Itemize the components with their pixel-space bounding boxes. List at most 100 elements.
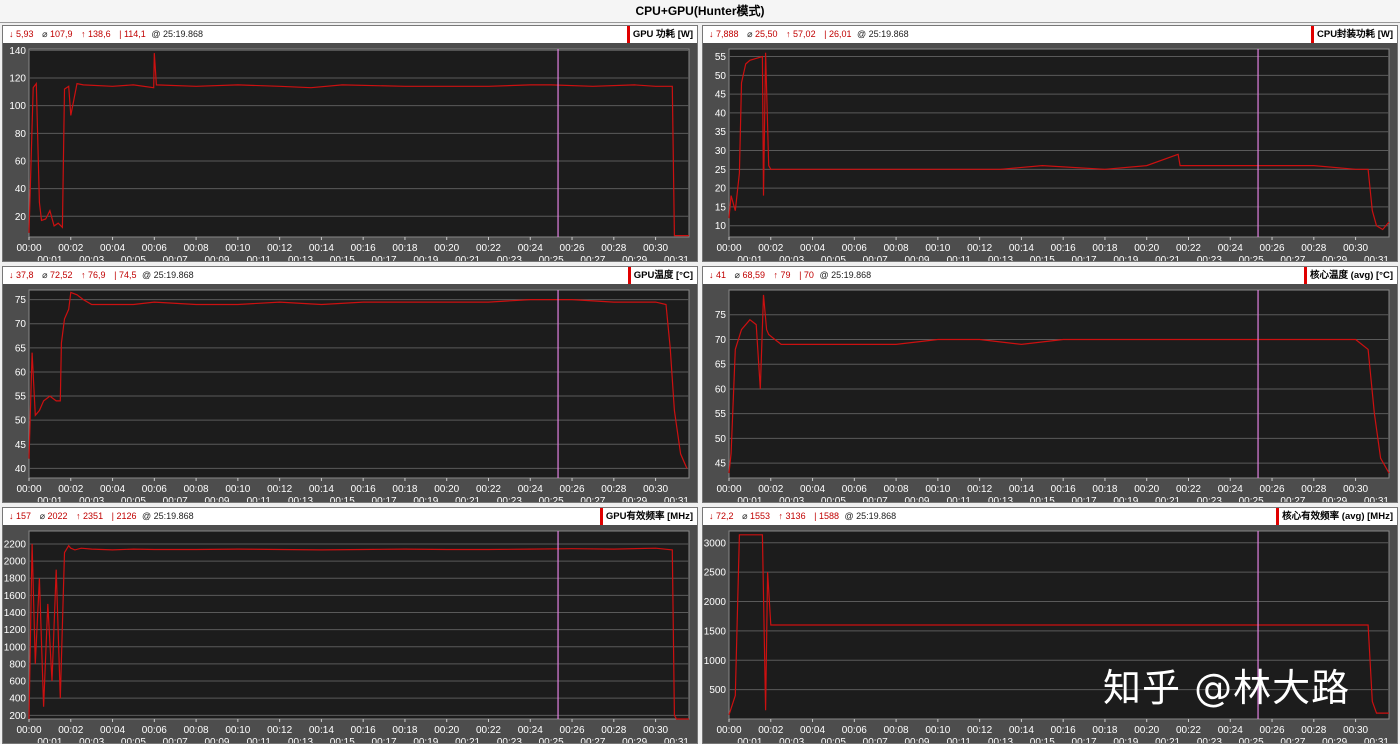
x-tick-label: 00:29 [1322,255,1347,261]
x-tick-label: 00:23 [497,255,522,261]
x-tick-label: 00:10 [925,243,950,254]
x-tick-label: 00:28 [1301,243,1326,254]
x-tick-label: 00:00 [716,243,741,254]
x-tick-label: 00:27 [1280,255,1305,261]
x-tick-label: 00:05 [121,737,146,743]
x-tick-label: 00:20 [434,725,459,736]
stat-max: 79 [780,270,791,280]
x-tick-label: 00:25 [539,496,564,502]
x-tick-label: 00:11 [947,496,972,502]
x-tick-label: 00:01 [37,496,62,502]
y-tick-label: 2000 [4,557,27,568]
x-tick-label: 00:21 [455,737,480,743]
x-tick-label: 00:09 [204,496,229,502]
x-tick-label: 00:01 [37,737,62,743]
y-tick-label: 70 [15,319,27,330]
x-tick-label: 00:13 [988,496,1013,502]
x-tick-label: 00:18 [1092,243,1117,254]
x-tick-label: 00:24 [518,725,543,736]
x-tick-label: 00:28 [601,484,626,495]
y-tick-label: 1800 [4,574,27,585]
x-tick-label: 00:23 [1197,255,1222,261]
y-tick-label: 50 [15,416,27,427]
x-tick-label: 00:31 [1364,737,1389,743]
x-tick-label: 00:28 [601,243,626,254]
x-tick-label: 00:02 [758,725,783,736]
x-tick-label: 00:17 [1072,737,1097,743]
stat-time: 25:19.868 [153,511,194,521]
x-tick-label: 00:26 [560,484,585,495]
x-tick-label: 00:00 [716,484,741,495]
stat-time: 25:19.868 [831,270,872,280]
y-tick-label: 1500 [704,626,727,637]
x-tick-label: 00:09 [904,255,929,261]
x-tick-label: 00:08 [184,725,209,736]
y-tick-label: 500 [709,685,726,696]
x-tick-label: 00:12 [267,725,292,736]
x-tick-label: 00:26 [560,243,585,254]
core-temp-panel: ↓ 41 ⌀ 68,59 ↑ 79 | 70 @ 25:19.868 核心温度 … [702,266,1398,503]
x-tick-label: 00:24 [518,243,543,254]
stat-cursor: 26,01 [828,29,852,39]
x-tick-label: 00:12 [967,243,992,254]
stat-avg: 1553 [749,511,771,521]
x-tick-label: 00:16 [1051,484,1076,495]
y-tick-label: 200 [9,711,26,722]
x-tick-label: 00:19 [413,737,438,743]
stat-cursor: 70 [803,270,814,280]
stat-min: 157 [16,511,32,521]
x-tick-label: 00:24 [1218,725,1243,736]
x-tick-label: 00:30 [1343,725,1368,736]
x-tick-label: 00:15 [1030,255,1055,261]
panel-title: 核心温度 (avg) [°C] [1304,267,1393,284]
x-tick-label: 00:07 [863,737,888,743]
x-tick-label: 00:23 [1197,496,1222,502]
x-tick-label: 00:17 [372,737,397,743]
y-tick-label: 40 [715,108,727,119]
x-tick-label: 00:19 [1113,737,1138,743]
x-tick-label: 00:18 [1092,484,1117,495]
x-tick-label: 00:31 [664,255,689,261]
y-tick-label: 80 [15,129,27,140]
x-tick-label: 00:15 [330,737,355,743]
x-tick-label: 00:01 [737,255,762,261]
x-tick-label: 00:27 [580,255,605,261]
x-tick-label: 00:18 [392,725,417,736]
x-tick-label: 00:24 [1218,243,1243,254]
x-tick-label: 00:05 [821,255,846,261]
x-tick-label: 00:00 [16,484,41,495]
x-tick-label: 00:20 [1134,484,1159,495]
x-tick-label: 00:03 [79,496,104,502]
y-tick-label: 45 [15,440,27,451]
x-tick-label: 00:01 [737,737,762,743]
y-tick-label: 50 [715,434,727,445]
y-tick-label: 55 [715,52,727,63]
y-tick-label: 60 [715,384,727,395]
stats-bar: ↓ 41 ⌀ 68,59 ↑ 79 | 70 @ 25:19.868 [703,267,1397,284]
gpu-clock-panel: ↓ 157 ⌀ 2022 ↑ 2351 | 2126 @ 25:19.868 G… [2,507,698,744]
x-tick-label: 00:26 [1260,725,1285,736]
panel-title: GPU 功耗 [W] [626,26,693,43]
x-tick-label: 00:11 [947,737,972,743]
plot-area [28,530,690,720]
stat-avg: 2022 [47,511,68,521]
stat-avg: 107,9 [49,29,73,39]
x-tick-label: 00:14 [1009,484,1034,495]
x-tick-label: 00:07 [863,255,888,261]
x-tick-label: 00:07 [163,496,188,502]
core-temp-chart: 4550556065707500:00 00:02 00:04 00:06 00:08 0… [715,289,1390,502]
x-tick-label: 00:06 [142,725,167,736]
stat-avg: 25,50 [754,29,778,39]
stat-min: 7,888 [716,29,739,39]
x-tick-label: 00:27 [1280,737,1305,743]
plot-area [728,289,1390,479]
x-tick-label: 00:20 [434,484,459,495]
stat-cursor: 2126 [116,511,137,521]
stats-bar: ↓ 37,8 ⌀ 72,52 ↑ 76,9 | 74,5 @ 25:19.868 [3,267,697,284]
x-tick-label: 00:28 [1301,484,1326,495]
x-tick-label: 00:10 [925,484,950,495]
x-tick-label: 00:09 [904,496,929,502]
x-tick-label: 00:15 [330,255,355,261]
x-tick-label: 00:04 [100,725,125,736]
x-tick-label: 00:22 [1176,725,1201,736]
